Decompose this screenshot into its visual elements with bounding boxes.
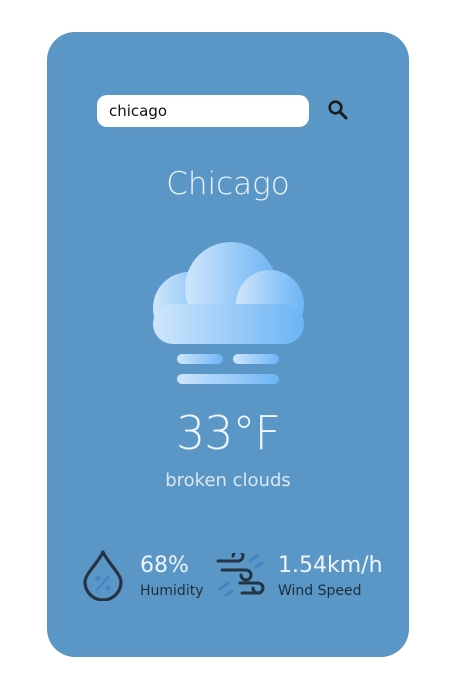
wind-icon	[216, 553, 265, 597]
search-icon	[328, 100, 348, 120]
cloud-fog-icon	[153, 242, 304, 384]
humidity-drop-icon	[83, 550, 123, 601]
temperature: 33°F	[176, 406, 281, 460]
humidity-label: Humidity	[140, 583, 204, 599]
city-name: Chicago	[166, 166, 290, 202]
search-input[interactable]	[97, 95, 309, 127]
search-button[interactable]	[326, 98, 350, 122]
wind-speed-value: 1.54km/h	[278, 553, 383, 578]
weather-card: Chicago 33°F broken clouds 68% Humidity	[47, 32, 409, 657]
humidity-value: 68%	[140, 553, 189, 578]
weather-description: broken clouds	[165, 470, 291, 491]
wind-speed-label: Wind Speed	[278, 583, 362, 599]
